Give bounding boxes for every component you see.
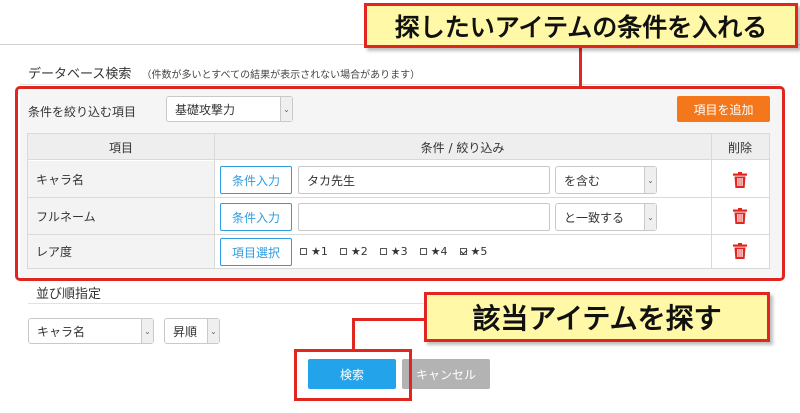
- search-highlight-box: [294, 349, 412, 401]
- filter-highlight-box: [15, 86, 785, 281]
- sort-order-select[interactable]: 昇順 ⌄: [164, 318, 220, 344]
- sort-label: 並び順指定: [36, 287, 102, 302]
- callout-bottom: 該当アイテムを探す: [424, 292, 770, 342]
- sort-order-value: 昇順: [173, 324, 198, 339]
- callout-top: 探したいアイテムの条件を入れる: [364, 3, 798, 48]
- chevron-down-icon: ⌄: [141, 319, 153, 343]
- sort-field-select[interactable]: キャラ名 ⌄: [28, 318, 154, 344]
- panel-note: （件数が多いとすべての結果が表示されない場合があります）: [141, 70, 421, 81]
- chevron-down-icon: ⌄: [207, 319, 219, 343]
- sort-field-value: キャラ名: [37, 324, 86, 339]
- divider: [20, 84, 780, 85]
- callout-connector: [579, 46, 582, 88]
- panel-title: データベース検索 （件数が多いとすべての結果が表示されない場合があります）: [28, 63, 420, 82]
- callout-connector: [352, 318, 355, 352]
- callout-connector: [352, 318, 424, 321]
- cancel-button[interactable]: キャンセル: [402, 359, 490, 389]
- panel-title-text: データベース検索: [28, 67, 132, 82]
